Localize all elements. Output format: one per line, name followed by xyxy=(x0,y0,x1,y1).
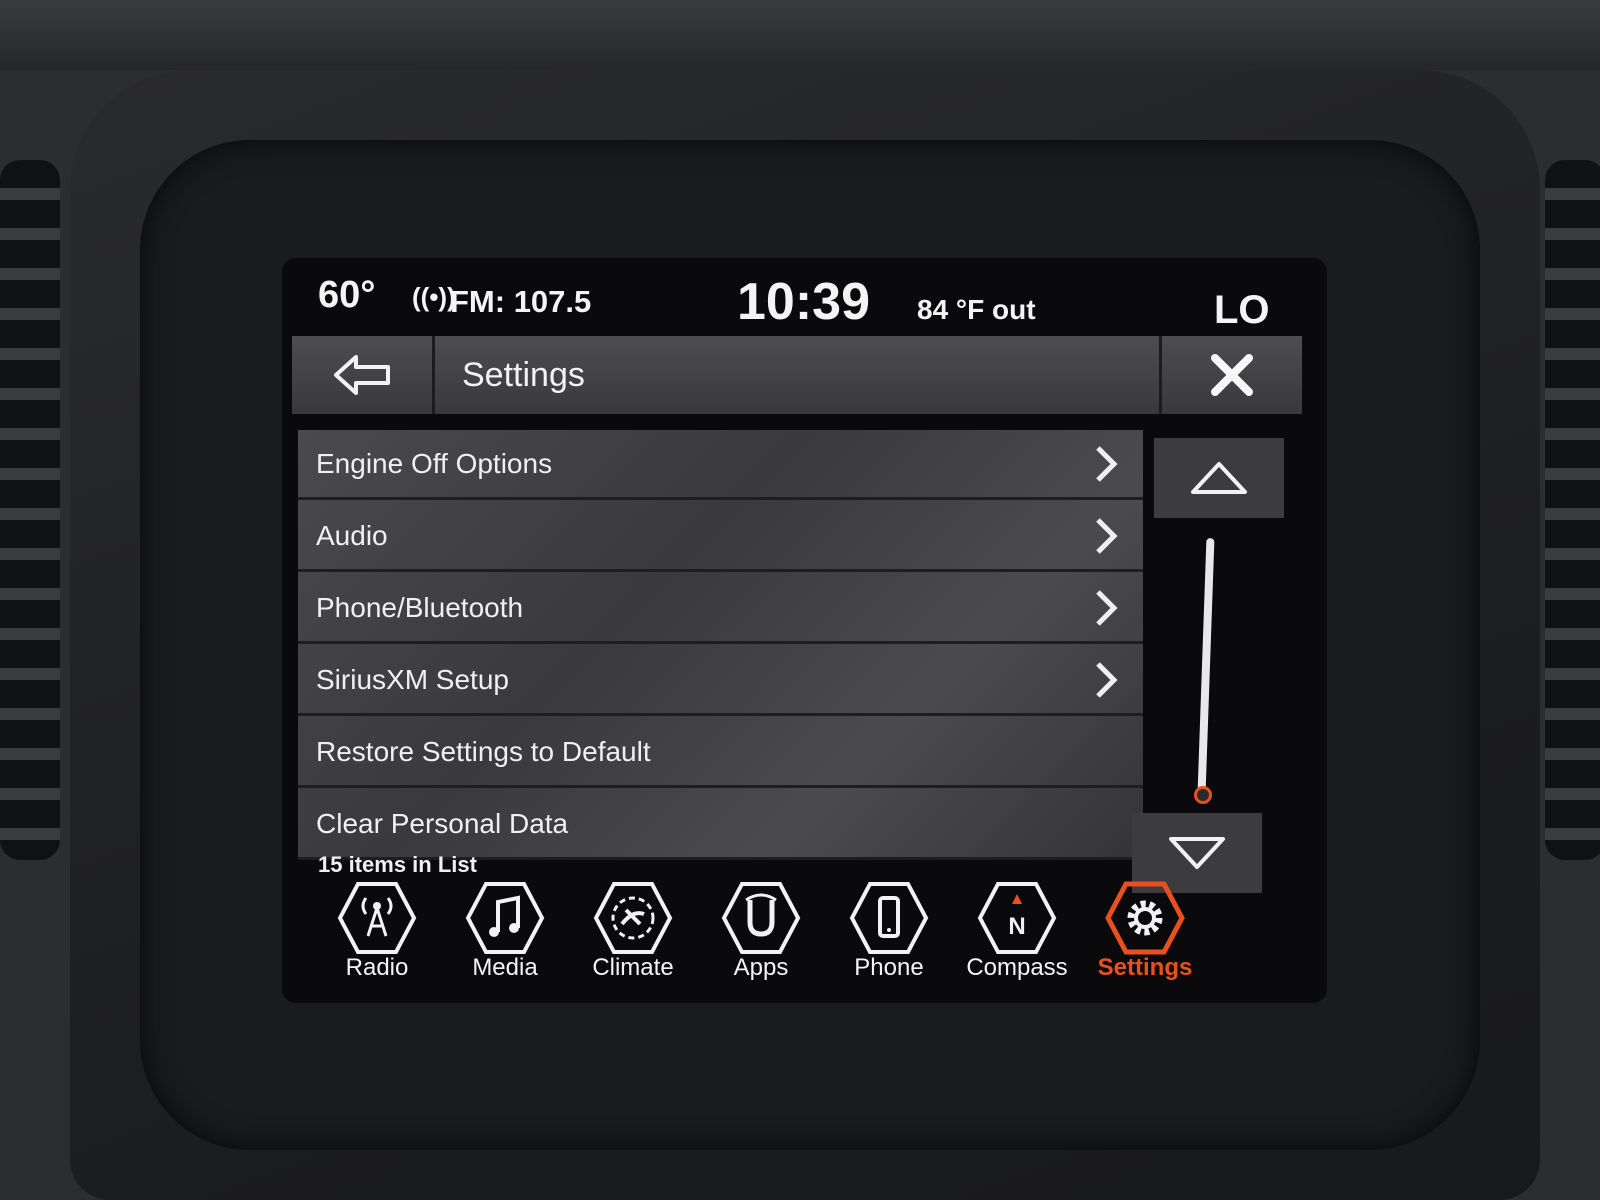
triangle-down-icon xyxy=(1169,837,1225,869)
dock-media[interactable]: Media xyxy=(450,876,560,994)
list-item-label: SiriusXM Setup xyxy=(316,664,509,695)
page-title: Settings xyxy=(462,356,585,394)
scrollbar-track[interactable] xyxy=(1197,537,1215,794)
dock-compass[interactable]: N Compass xyxy=(962,876,1072,994)
list-item-engine-off-options[interactable]: Engine Off Options xyxy=(298,430,1143,500)
list-item-clear-personal-data[interactable]: Clear Personal Data xyxy=(298,790,1143,860)
list-item-siriusxm-setup[interactable]: SiriusXM Setup xyxy=(298,646,1143,716)
scroll-up-button[interactable] xyxy=(1154,438,1284,518)
dock-radio[interactable]: Radio xyxy=(322,876,432,994)
phone-icon xyxy=(849,882,929,954)
dock-settings[interactable]: Settings xyxy=(1090,876,1200,994)
list-item-label: Audio xyxy=(316,520,388,551)
list-item-label: Phone/Bluetooth xyxy=(316,592,524,623)
status-bar: 60° ((•)) FM: 107.5 10:39 84 °F out LO xyxy=(282,258,1327,336)
close-button[interactable] xyxy=(1159,336,1302,414)
chevron-right-icon xyxy=(1096,662,1118,698)
list-item-label: Clear Personal Data xyxy=(316,808,569,839)
dock-phone[interactable]: Phone xyxy=(834,876,944,994)
music-note-icon xyxy=(465,882,545,954)
list-item-audio[interactable]: Audio xyxy=(298,502,1143,572)
dock-label: Climate xyxy=(592,954,674,981)
list-item-label: Restore Settings to Default xyxy=(316,736,651,767)
compass-icon: N xyxy=(977,882,1057,954)
dashboard-top xyxy=(0,0,1600,70)
fan-level[interactable]: LO xyxy=(1214,288,1270,333)
list-item-restore-defaults[interactable]: Restore Settings to Default xyxy=(298,718,1143,788)
dock-label: Radio xyxy=(345,954,409,981)
apps-icon xyxy=(721,882,801,954)
dock-climate[interactable]: Climate xyxy=(578,876,688,994)
chevron-right-icon xyxy=(1096,446,1118,482)
dock-label: Compass xyxy=(966,954,1068,981)
interior-temperature: 60° xyxy=(318,274,376,316)
radio-tower-icon xyxy=(337,882,417,954)
triangle-up-icon xyxy=(1191,462,1247,494)
bottom-dock: Radio Media Climate Apps Phone N Compass… xyxy=(312,876,1272,996)
dock-label: Apps xyxy=(733,954,789,981)
back-button[interactable] xyxy=(292,336,435,414)
radio-station[interactable]: FM: 107.5 xyxy=(450,284,591,320)
left-air-vent xyxy=(0,160,60,860)
dock-label: Phone xyxy=(854,954,924,981)
header-bar: Settings xyxy=(292,336,1302,414)
clock: 10:39 xyxy=(737,273,870,331)
scrollbar-thumb[interactable] xyxy=(1194,786,1212,804)
outside-temperature: 84 °F out xyxy=(917,294,1036,325)
list-item-label: Engine Off Options xyxy=(316,448,553,479)
climate-icon xyxy=(593,882,673,954)
gear-icon xyxy=(1105,881,1185,955)
dock-label: Media xyxy=(472,954,538,981)
dock-label: Settings xyxy=(1097,954,1193,981)
dock-apps[interactable]: Apps xyxy=(706,876,816,994)
list-item-phone-bluetooth[interactable]: Phone/Bluetooth xyxy=(298,574,1143,644)
chevron-right-icon xyxy=(1096,518,1118,554)
list-count: 15 items in List xyxy=(318,852,477,877)
chevron-right-icon xyxy=(1096,590,1118,626)
settings-list: Engine Off Options Audio Phone/Bluetooth… xyxy=(298,430,1143,860)
infotainment-screen: 60° ((•)) FM: 107.5 10:39 84 °F out LO S… xyxy=(282,258,1327,1003)
right-air-vent xyxy=(1545,160,1600,860)
svg-text:N: N xyxy=(1008,913,1025,940)
back-arrow-icon xyxy=(334,355,390,395)
close-icon xyxy=(1211,354,1253,396)
